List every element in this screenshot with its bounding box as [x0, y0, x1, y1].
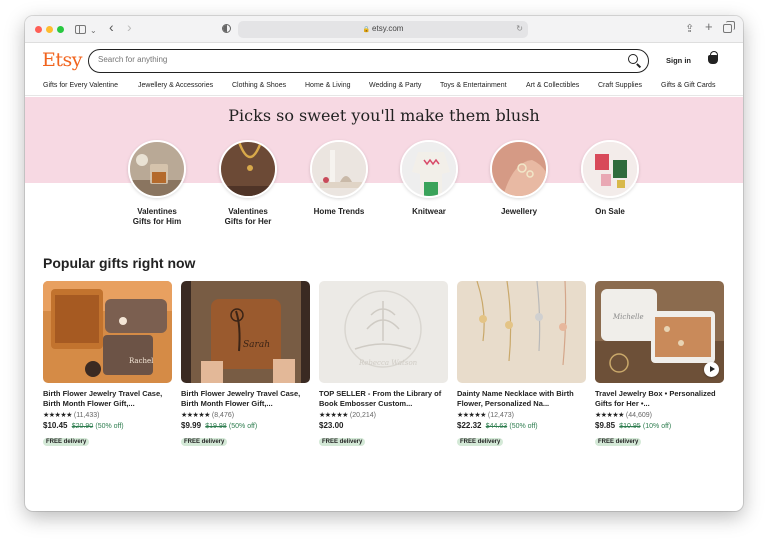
nav-item-craft[interactable]: Craft Supplies: [598, 82, 642, 89]
free-delivery-badge: FREE delivery: [43, 438, 90, 446]
category-image-knitwear[interactable]: [400, 140, 458, 198]
play-video-icon[interactable]: [704, 362, 719, 377]
category-label-him[interactable]: Valentines Gifts for Him: [112, 207, 202, 227]
sidebar-icon[interactable]: [75, 25, 86, 34]
discount: (10% off): [642, 423, 672, 430]
review-count: (20,214): [349, 412, 376, 419]
browser-window: ⌄ ‹ › 🔒etsy.com ↻ ⇪ + Etsy Sign in Gifts…: [25, 16, 743, 511]
category-label-jewellery[interactable]: Jewellery: [474, 207, 564, 217]
new-tab-icon[interactable]: +: [705, 20, 713, 34]
section-heading: Popular gifts right now: [43, 255, 196, 271]
svg-text:Michelle: Michelle: [612, 313, 644, 321]
nav-item-toys[interactable]: Toys & Entertainment: [440, 82, 507, 89]
original-price: $44.63: [485, 423, 508, 430]
free-delivery-badge: FREE delivery: [319, 438, 366, 446]
nav-item-gifts[interactable]: Gifts & Gift Cards: [661, 82, 715, 89]
product-card[interactable]: Sarah Birth Flower Jewelry Travel Case, …: [181, 281, 310, 448]
product-price: $22.32 $44.63 (50% off): [457, 421, 538, 430]
product-image[interactable]: [457, 281, 586, 383]
review-count: (44,609): [625, 412, 652, 419]
free-delivery-badge: FREE delivery: [595, 438, 642, 446]
category-image-home[interactable]: [310, 140, 368, 198]
product-image[interactable]: Rebecca Watson: [319, 281, 448, 383]
product-title[interactable]: Birth Flower Jewelry Travel Case, Birth …: [43, 389, 172, 409]
product-card[interactable]: Dainty Name Necklace with Birth Flower, …: [457, 281, 586, 448]
product-rating: ★★★★★ (11,433): [43, 412, 100, 419]
category-image-him[interactable]: [128, 140, 186, 198]
discount: (50% off): [509, 423, 538, 430]
product-image[interactable]: Rachel: [43, 281, 172, 383]
category-image-jewellery[interactable]: [490, 140, 548, 198]
product-rating: ★★★★★ (20,214): [319, 412, 376, 419]
category-label-sale[interactable]: On Sale: [565, 207, 655, 217]
product-price: $10.45 $20.90 (50% off): [43, 421, 124, 430]
product-price: $9.99 $19.98 (50% off): [181, 421, 258, 430]
review-count: (12,473): [487, 412, 514, 419]
category-image-sale[interactable]: [581, 140, 639, 198]
product-price: $23.00: [319, 421, 344, 430]
product-rating: ★★★★★ (44,609): [595, 412, 652, 419]
category-label-knitwear[interactable]: Knitwear: [384, 207, 474, 217]
cart-icon[interactable]: [708, 51, 718, 64]
search-icon[interactable]: [628, 54, 638, 64]
search-input[interactable]: [98, 55, 578, 64]
product-image[interactable]: Sarah: [181, 281, 310, 383]
etsy-logo[interactable]: Etsy: [42, 49, 83, 71]
nav-item-valentine[interactable]: Gifts for Every Valentine: [43, 82, 118, 89]
lock-icon: 🔒: [362, 27, 371, 33]
product-card[interactable]: Rebecca Watson TOP SELLER - From the Lib…: [319, 281, 448, 448]
discount: (50% off): [95, 423, 124, 430]
product-card[interactable]: Michelle Travel Jewelry Box • Personaliz…: [595, 281, 724, 448]
back-icon[interactable]: ‹: [109, 20, 114, 34]
product-price: $9.85 $10.95 (10% off): [595, 421, 672, 430]
nav-item-art[interactable]: Art & Collectibles: [526, 82, 579, 89]
category-nav: Gifts for Every Valentine Jewellery & Ac…: [25, 76, 743, 96]
search-bar[interactable]: [88, 49, 649, 73]
privacy-icon[interactable]: [222, 24, 231, 33]
product-image[interactable]: Michelle: [595, 281, 724, 383]
tabs-overview-icon[interactable]: [723, 21, 735, 33]
banner-title: Picks so sweet you'll make them blush: [228, 106, 540, 125]
nav-item-jewellery[interactable]: Jewellery & Accessories: [138, 82, 213, 89]
nav-item-wedding[interactable]: Wedding & Party: [369, 82, 421, 89]
free-delivery-badge: FREE delivery: [457, 438, 504, 446]
close-window-button[interactable]: [35, 26, 42, 33]
original-price: $10.95: [619, 423, 641, 430]
product-card[interactable]: Rachel Birth Flower Jewelry Travel Case,…: [43, 281, 172, 448]
nav-item-home[interactable]: Home & Living: [305, 82, 351, 89]
product-title[interactable]: TOP SELLER - From the Library of Book Em…: [319, 389, 448, 409]
minimize-window-button[interactable]: [46, 26, 53, 33]
svg-text:Sarah: Sarah: [243, 340, 270, 350]
browser-toolbar: ⌄ ‹ › 🔒 etsy.com ↻ ⇪ +: [25, 16, 743, 43]
discount: (50% off): [228, 423, 258, 430]
category-label-her[interactable]: Valentines Gifts for Her: [203, 207, 293, 227]
sign-in-link[interactable]: Sign in: [666, 56, 691, 65]
address-bar[interactable]: 🔒 etsy.com ↻: [238, 21, 528, 38]
free-delivery-badge: FREE delivery: [181, 438, 228, 446]
original-price: $19.98: [205, 423, 227, 430]
maximize-window-button[interactable]: [57, 26, 64, 33]
svg-text:Rachel: Rachel: [129, 357, 154, 365]
category-image-her[interactable]: [219, 140, 277, 198]
product-title[interactable]: Dainty Name Necklace with Birth Flower, …: [457, 389, 586, 409]
original-price: $20.90: [71, 423, 94, 430]
product-rating: ★★★★★ (12,473): [457, 412, 514, 419]
chevron-down-icon[interactable]: ⌄: [90, 24, 97, 38]
review-count: (11,433): [73, 412, 100, 419]
reload-icon[interactable]: ↻: [516, 24, 523, 33]
product-title[interactable]: Birth Flower Jewelry Travel Case, Birth …: [181, 389, 310, 409]
svg-text:Rebecca Watson: Rebecca Watson: [358, 359, 418, 367]
share-icon[interactable]: ⇪: [685, 22, 694, 36]
product-title[interactable]: Travel Jewelry Box • Personalized Gifts …: [595, 389, 724, 409]
nav-item-clothing[interactable]: Clothing & Shoes: [232, 82, 286, 89]
site-header: Etsy Sign in: [25, 43, 743, 76]
url-text: etsy.com: [372, 24, 404, 33]
review-count: (8,476): [211, 412, 235, 419]
category-label-home[interactable]: Home Trends: [294, 207, 384, 217]
forward-icon[interactable]: ›: [127, 20, 132, 34]
url-display[interactable]: 🔒 etsy.com: [238, 24, 528, 33]
product-rating: ★★★★★ (8,476): [181, 412, 235, 419]
